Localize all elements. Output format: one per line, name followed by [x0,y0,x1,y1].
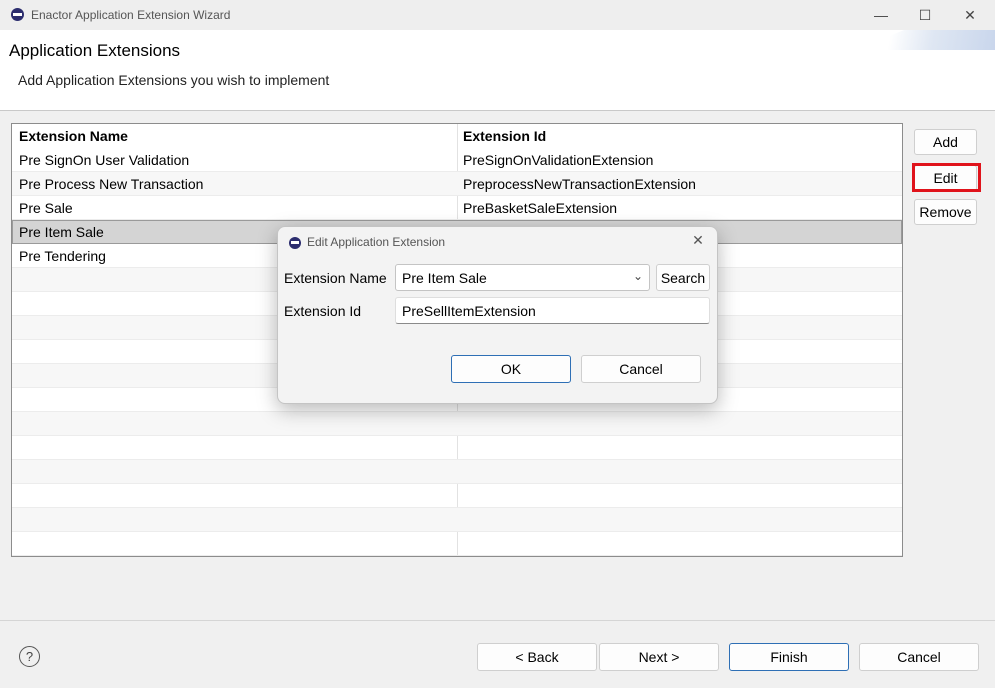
dialog-cancel-button[interactable]: Cancel [581,355,701,383]
column-header-extension-id[interactable]: Extension Id [463,128,546,144]
dialog-close-icon[interactable]: ✕ [689,232,707,249]
table-header: Extension Name Extension Id [12,124,902,148]
cell-extension-id: PreSignOnValidationExtension [463,152,654,168]
cell-extension-name: Pre Sale [19,200,73,216]
column-header-extension-name[interactable]: Extension Name [19,128,128,144]
wizard-header: Application Extensions Add Application E… [0,30,995,111]
header-banner [855,30,995,50]
eclipse-app-icon [289,237,301,249]
extension-name-select[interactable]: Pre Item Sale ⌄ [395,264,650,291]
eclipse-app-icon [11,8,24,21]
empty-row [12,508,902,532]
cancel-button[interactable]: Cancel [859,643,979,671]
empty-row [12,532,902,556]
cell-extension-name: Pre Tendering [19,248,106,264]
page-description: Add Application Extensions you wish to i… [18,72,330,88]
empty-row [12,460,902,484]
back-button[interactable]: < Back [477,643,597,671]
empty-row [12,412,902,436]
empty-row [12,484,902,508]
cell-extension-id: PreBasketSaleExtension [463,200,618,216]
remove-button[interactable]: Remove [914,199,977,225]
cell-extension-name: Pre SignOn User Validation [19,152,190,168]
close-icon[interactable]: ✕ [958,4,982,26]
dialog-title: Edit Application Extension [307,235,446,249]
extension-name-value: Pre Item Sale [402,270,487,286]
edit-extension-dialog: Edit Application Extension ✕ Extension N… [277,226,718,404]
window-title: Enactor Application Extension Wizard [31,8,231,22]
chevron-down-icon[interactable]: ⌄ [633,269,643,283]
extension-name-label: Extension Name [284,270,387,286]
cell-extension-name: Pre Process New Transaction [19,176,204,192]
page-title: Application Extensions [9,41,181,60]
extension-id-label: Extension Id [284,303,362,319]
window-titlebar: Enactor Application Extension Wizard — ☐… [0,0,995,30]
table-row[interactable]: Pre Sale PreBasketSaleExtension [12,196,902,220]
minimize-icon[interactable]: — [869,4,893,26]
add-button[interactable]: Add [914,129,977,155]
extension-id-field[interactable] [395,297,710,324]
empty-row [12,436,902,460]
maximize-icon[interactable]: ☐ [913,4,937,26]
edit-highlight-box [912,163,981,192]
finish-button[interactable]: Finish [729,643,849,671]
table-row[interactable]: Pre SignOn User Validation PreSignOnVali… [12,148,902,172]
help-icon[interactable]: ? [19,646,40,667]
footer-separator [0,620,995,621]
next-button[interactable]: Next > [599,643,719,671]
ok-button[interactable]: OK [451,355,571,383]
cell-extension-name: Pre Item Sale [19,224,104,240]
search-button[interactable]: Search [656,264,710,291]
cell-extension-id: PreprocessNewTransactionExtension [463,176,696,192]
table-row[interactable]: Pre Process New Transaction PreprocessNe… [12,172,902,196]
